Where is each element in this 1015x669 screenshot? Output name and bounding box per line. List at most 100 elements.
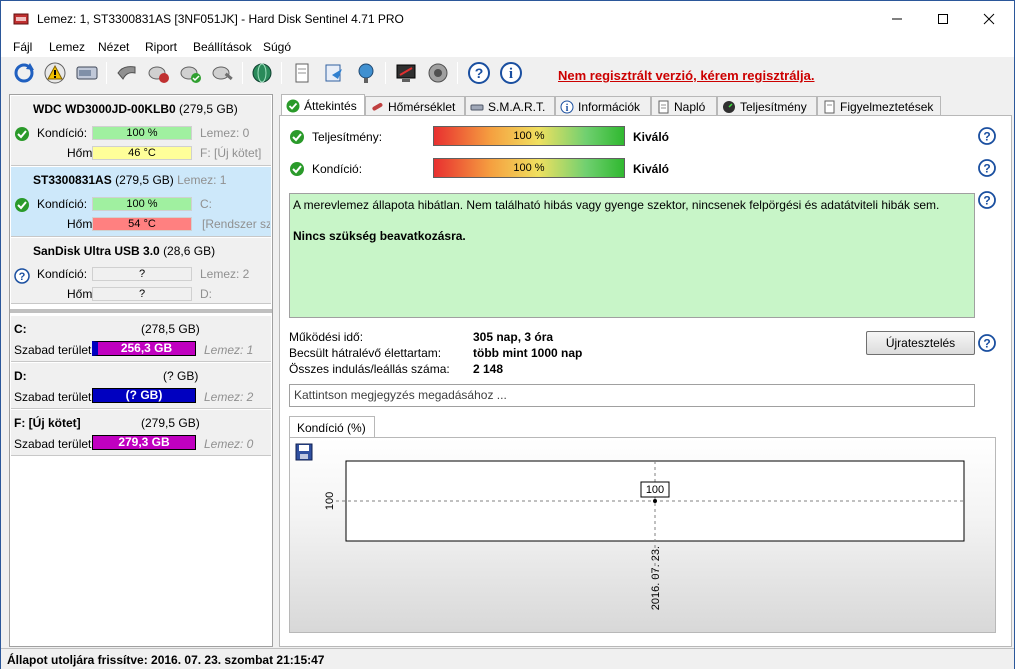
note-input[interactable]: Kattintson megjegyzés megadásához ... <box>289 384 975 407</box>
sound-button[interactable] <box>425 60 451 86</box>
disk-index: Lemez: 0 <box>200 126 250 140</box>
tab-bar: Áttekintés Hőmérséklet S.M.A.R.T. i Info… <box>279 94 1012 116</box>
volume-disk: Lemez: 1 <box>204 343 254 357</box>
status-message-box: A merevlemez állapota hibátlan. Nem talá… <box>289 193 975 318</box>
volume-disk: Lemez: 2 <box>204 390 254 404</box>
disk-info-button[interactable] <box>74 60 100 86</box>
help-button[interactable]: ? <box>466 60 492 86</box>
document-icon <box>295 63 309 83</box>
performance-button[interactable] <box>393 60 419 86</box>
refresh-icon <box>14 63 34 83</box>
svg-text:?: ? <box>983 130 990 144</box>
condition-bar: 100 % <box>92 126 192 140</box>
temperature-bar: 46 °C <box>92 146 192 160</box>
volume-name: C: <box>14 322 27 336</box>
menu-disk[interactable]: Lemez <box>49 40 85 54</box>
disk-alert-icon <box>148 66 169 83</box>
condition-label: Kondíció: <box>37 267 88 281</box>
help-icon[interactable]: ? <box>978 191 996 209</box>
send-document-icon <box>325 64 342 82</box>
volume-size: (? GB) <box>163 369 199 383</box>
free-space-label: Szabad terület <box>14 343 92 357</box>
toolbar-separator <box>242 62 243 84</box>
gauge-icon <box>723 100 735 113</box>
tab-temperature[interactable]: Hőmérséklet <box>365 96 465 116</box>
uptime-value: 305 nap, 3 óra <box>473 330 554 344</box>
volume-name: D: <box>14 369 27 383</box>
details-panel: Áttekintés Hőmérséklet S.M.A.R.T. i Info… <box>279 94 1012 647</box>
condition-bar: 100 % <box>433 158 625 178</box>
disk-item[interactable]: WDC WD3000JD-00KLB0 (279,5 GB) Kondíció:… <box>11 96 271 166</box>
condition-bar: 100 % <box>92 197 192 211</box>
svg-text:?: ? <box>983 162 990 176</box>
volume-item[interactable]: D: (? GB) Szabad terület (? GB) Lemez: 2 <box>11 363 271 409</box>
minimize-button[interactable] <box>874 1 920 37</box>
menu-view[interactable]: Nézet <box>98 40 129 54</box>
disk-check-icon <box>180 66 201 83</box>
surface-test-button[interactable] <box>114 60 140 86</box>
web-button[interactable] <box>249 60 275 86</box>
retest-button[interactable]: Újratesztelés <box>866 331 975 355</box>
menu-report[interactable]: Riport <box>145 40 177 54</box>
maximize-button[interactable] <box>920 1 966 37</box>
ok-check-icon <box>15 127 29 141</box>
disk-ok-button[interactable] <box>178 60 204 86</box>
disk-item-selected[interactable]: ST3300831AS (279,5 GB) Lemez: 1 Kondíció… <box>11 167 271 237</box>
tab-alerts[interactable]: Figyelmeztetések <box>817 96 941 116</box>
close-button[interactable] <box>966 1 1012 37</box>
refresh-button[interactable] <box>11 60 37 86</box>
svg-text:i: i <box>566 103 569 114</box>
log-document-icon <box>658 100 669 113</box>
info-icon: i <box>560 100 574 114</box>
disk-status-button[interactable] <box>146 60 172 86</box>
volume-item[interactable]: F: [Új kötet] (279,5 GB) Szabad terület … <box>11 410 271 456</box>
help-icon[interactable]: ? <box>978 127 996 145</box>
tab-performance[interactable]: Teljesítmény <box>717 96 817 116</box>
send-report-button[interactable] <box>321 60 347 86</box>
alert-document-icon <box>824 100 835 113</box>
disk-name: SanDisk Ultra USB 3.0 (28,6 GB) <box>33 244 216 258</box>
uptime-label: Működési idő: <box>289 330 364 344</box>
condition-label: Kondíció: <box>37 197 88 211</box>
menu-settings[interactable]: Beállítások <box>193 40 252 54</box>
network-button[interactable] <box>353 60 379 86</box>
menu-file[interactable]: Fájl <box>13 40 32 54</box>
ok-check-icon <box>290 162 304 176</box>
disk-tools-icon <box>212 66 233 81</box>
disk-volume: D: <box>200 287 212 301</box>
temperature-bar: ? <box>92 287 192 301</box>
ok-check-icon <box>290 130 304 144</box>
title-bar[interactable]: Lemez: 1, ST3300831AS [3NF051JK] - Hard … <box>1 1 1014 37</box>
svg-text:i: i <box>509 66 513 82</box>
tab-smart[interactable]: S.M.A.R.T. <box>465 96 555 116</box>
tab-log[interactable]: Napló <box>651 96 717 116</box>
status-recommendation: Nincs szükség beavatkozásra. <box>293 229 466 243</box>
help-icon[interactable]: ? <box>978 334 996 352</box>
tab-overview[interactable]: Áttekintés <box>281 94 365 116</box>
lifetime-value: több mint 1000 nap <box>473 346 583 360</box>
volume-item[interactable]: C: (278,5 GB) Szabad terület 256,3 GB Le… <box>11 316 271 362</box>
menu-help[interactable]: Súgó <box>263 40 291 54</box>
condition-label: Kondíció: <box>37 126 88 140</box>
disk-volume: F: [Új kötet] <box>200 146 262 160</box>
info-button[interactable]: i <box>498 60 524 86</box>
lifetime-label: Becsült hátralévő élettartam: <box>289 346 442 360</box>
condition-bar: ? <box>92 267 192 281</box>
tab-condition-chart[interactable]: Kondíció (%) <box>289 416 375 438</box>
tab-information[interactable]: i Információk <box>555 96 651 116</box>
condition-label: Kondíció: <box>312 162 363 176</box>
maximize-icon <box>938 14 948 24</box>
network-icon <box>358 63 374 83</box>
help-icon[interactable]: ? <box>978 159 996 177</box>
disk-tools-button[interactable] <box>210 60 236 86</box>
disk-item[interactable]: SanDisk Ultra USB 3.0 (28,6 GB) ? Kondíc… <box>11 238 271 304</box>
performance-rating: Kiváló <box>633 130 670 144</box>
window-title: Lemez: 1, ST3300831AS [3NF051JK] - Hard … <box>37 12 404 26</box>
report-button[interactable] <box>289 60 315 86</box>
alert-button[interactable] <box>42 60 68 86</box>
register-link[interactable]: Nem regisztrált verzió, kérem regisztrál… <box>558 68 815 83</box>
disk-volume: C: <box>200 197 212 211</box>
start-stop-value: 2 148 <box>473 362 504 376</box>
panel-splitter[interactable] <box>10 309 272 313</box>
disk-name: ST3300831AS (279,5 GB) Lemez: 1 <box>33 173 227 187</box>
